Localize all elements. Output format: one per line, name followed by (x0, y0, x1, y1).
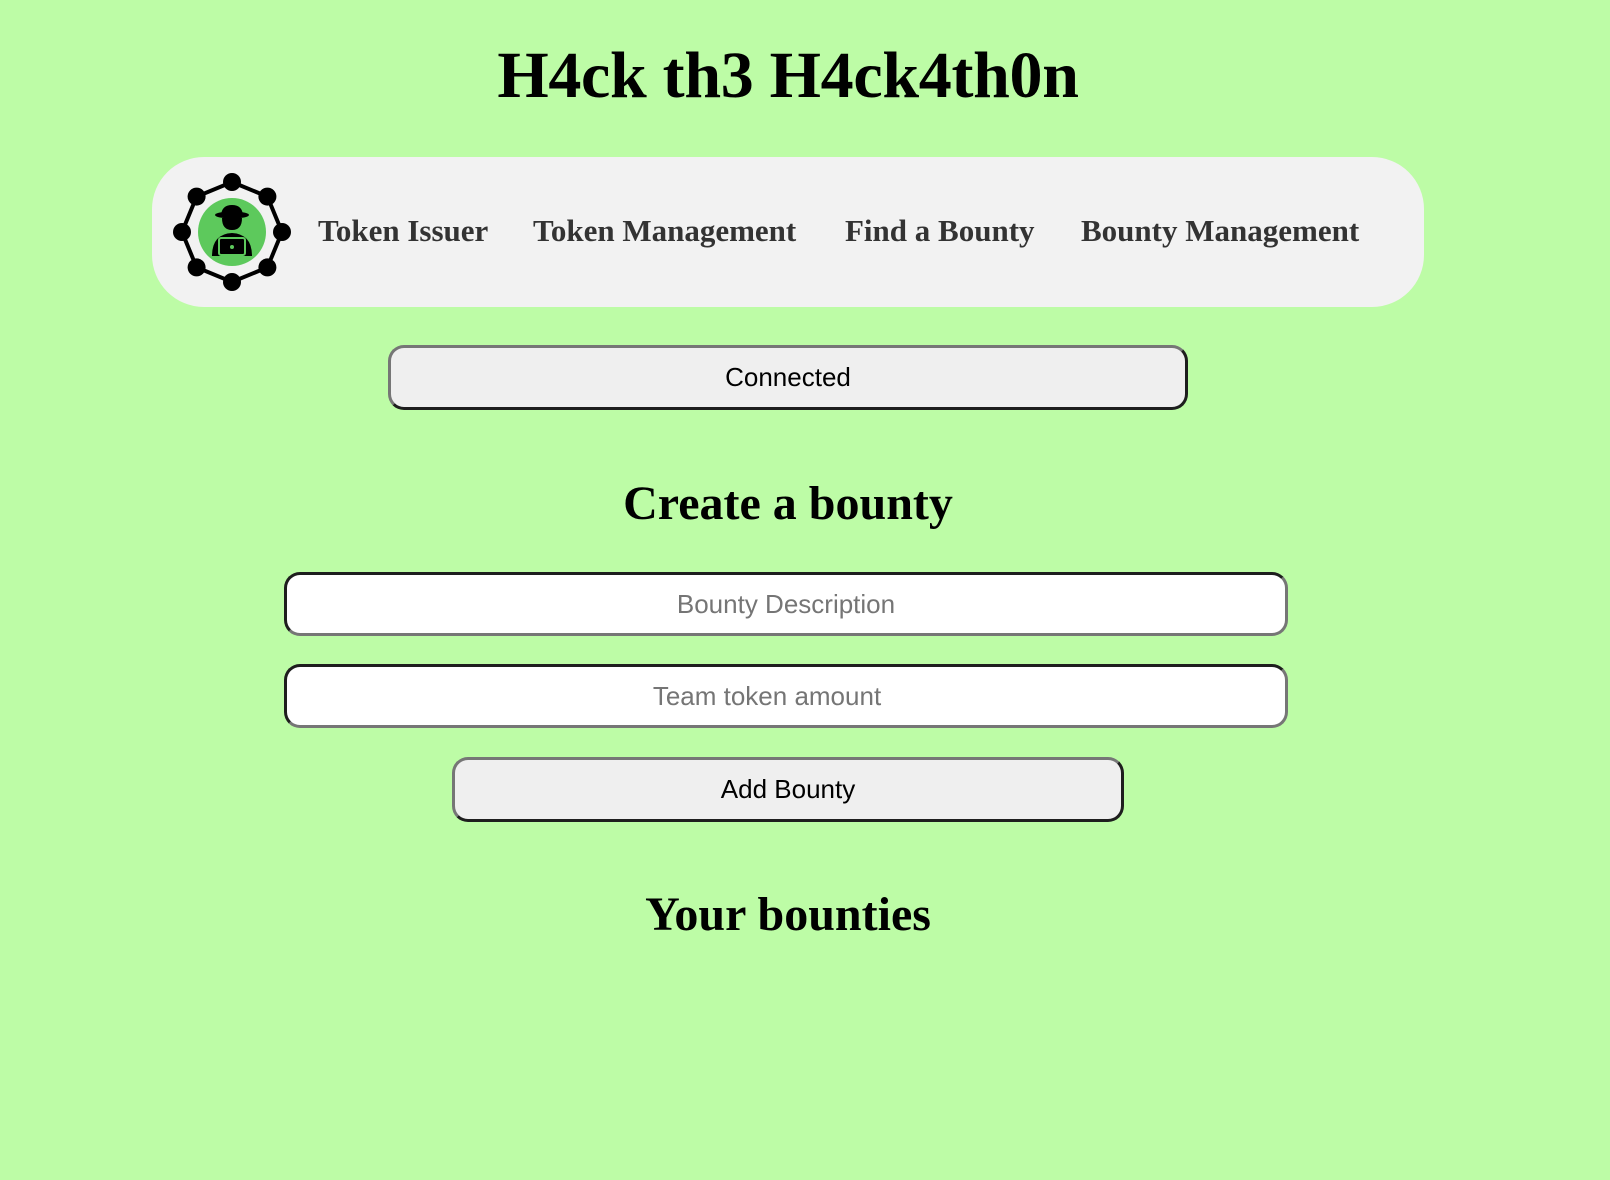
your-bounties-heading: Your bounties (645, 888, 931, 941)
nav-item-bounty-management[interactable]: Bounty Management (1081, 211, 1359, 251)
nav-item-token-issuer[interactable]: Token Issuer (318, 211, 488, 251)
team-token-amount-input[interactable] (284, 664, 1288, 728)
nav-item-token-management[interactable]: Token Management (533, 211, 796, 251)
nav-item-find-a-bounty[interactable]: Find a Bounty (845, 211, 1035, 251)
your-bounties-list (284, 960, 1288, 1140)
hacker-network-logo-icon[interactable] (172, 172, 292, 292)
add-bounty-button[interactable]: Add Bounty (452, 757, 1124, 822)
bounty-description-input[interactable] (284, 572, 1288, 636)
page-title: H4ck th3 H4ck4th0n (497, 39, 1079, 112)
create-bounty-heading: Create a bounty (623, 477, 953, 530)
connect-wallet-button[interactable]: Connected (388, 345, 1188, 410)
